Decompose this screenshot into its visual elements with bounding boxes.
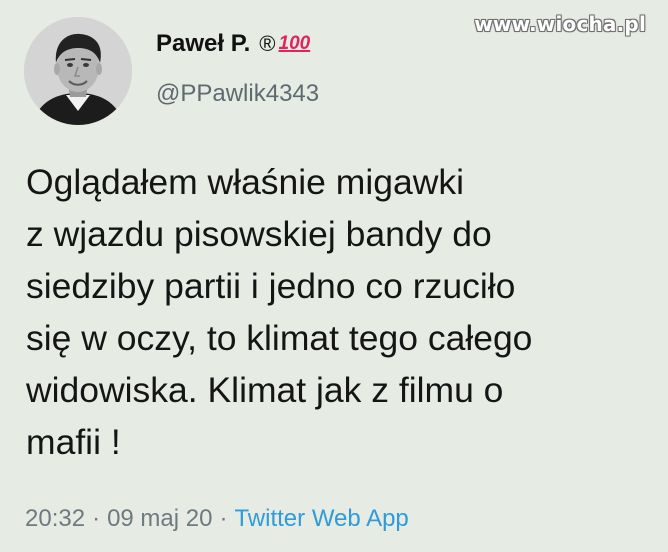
watermark: www.wiocha.pl	[474, 12, 646, 36]
avatar[interactable]	[24, 17, 132, 125]
hundred-points-icon: 100	[278, 33, 311, 54]
meta-separator: ·	[219, 505, 228, 532]
tweet-source-link[interactable]: Twitter Web App	[234, 505, 408, 532]
tweet-meta: 20:32 · 09 maj 20 · Twitter Web App	[25, 505, 409, 533]
display-name[interactable]: Paweł P.	[156, 30, 250, 58]
tweet-text-line: się w oczy, to klimat tego całego	[26, 318, 533, 358]
registered-symbol-icon: ®	[259, 31, 276, 56]
tweet-text-line: Oglądałem właśnie migawki	[26, 162, 465, 202]
tweet-time[interactable]: 20:32	[25, 505, 85, 532]
tweet-date[interactable]: 09 maj 20	[107, 505, 212, 532]
tweet-text-line: z wjazdu pisowskiej bandy do	[26, 214, 492, 254]
tweet-text-line: siedziby partii i jedno co rzuciło	[26, 266, 516, 306]
meta-separator: ·	[92, 505, 101, 532]
tweet-text-line: mafii !	[26, 422, 121, 462]
avatar-portrait-icon	[24, 17, 132, 125]
tweet-text-line: widowiska. Klimat jak z filmu o	[26, 370, 504, 410]
author-name-row[interactable]: Paweł P. ® 100	[156, 30, 310, 58]
tweet-card: www.wiocha.pl Paweł P. ® 100 @PPawlik434…	[0, 0, 668, 552]
tweet-text: Oglądałem właśnie migawki z wjazdu pisow…	[26, 156, 666, 468]
user-handle[interactable]: @PPawlik4343	[156, 80, 319, 108]
